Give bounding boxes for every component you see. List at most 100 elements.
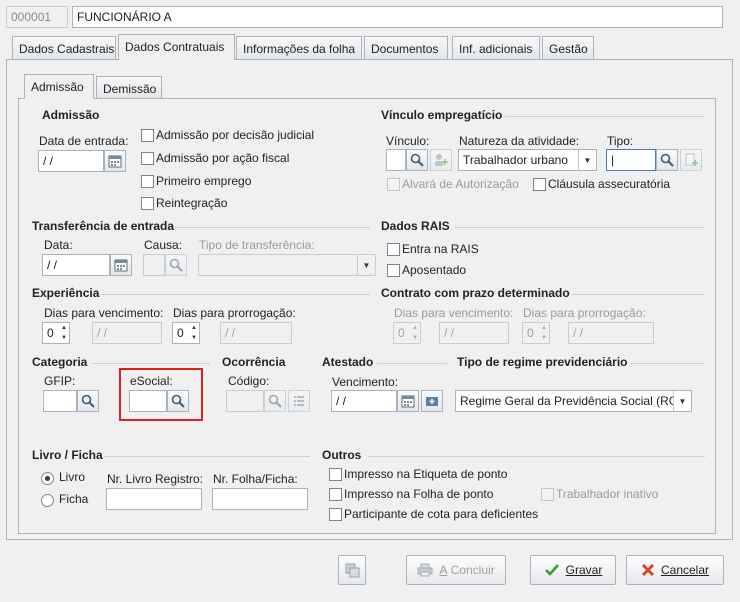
divider — [377, 363, 447, 364]
calendar-button[interactable] — [397, 390, 419, 412]
list-icon — [294, 396, 304, 406]
tab-inf-adicionais[interactable]: Inf. adicionais — [452, 36, 540, 60]
spinner-icon[interactable]: ▲ ▼ — [59, 323, 69, 343]
inativo-checkbox[interactable] — [541, 488, 554, 501]
cancelar-label: Cancelar — [660, 563, 710, 577]
divider — [505, 116, 705, 117]
natureza-label: Natureza da atividade: — [459, 134, 580, 148]
exp-venc-days-input[interactable]: 0 ▲ ▼ — [42, 322, 70, 344]
tipo-transferencia-select: ▼ — [198, 254, 376, 276]
section-experiencia-title: Experiência — [32, 286, 100, 300]
aposentado-label: Aposentado — [402, 263, 467, 277]
esocial-input[interactable] — [129, 390, 167, 412]
add-user-icon — [435, 154, 448, 166]
data-entrada-input[interactable]: / / — [38, 150, 104, 172]
subtab-demissao[interactable]: Demissão — [96, 76, 162, 100]
section-regime-title: Tipo de regime previdenciário — [457, 355, 628, 369]
livro-radio[interactable] — [41, 472, 54, 485]
divider — [104, 456, 310, 457]
causa-input — [143, 254, 165, 276]
clausula-checkbox[interactable] — [533, 178, 546, 191]
atestado-add-button[interactable] — [421, 390, 443, 412]
tipo-add-button[interactable] — [680, 149, 702, 171]
divider — [368, 456, 705, 457]
cancelar-button[interactable]: Cancelar — [626, 555, 724, 585]
natureza-select[interactable]: Trabalhador urbano ▼ — [458, 149, 597, 171]
esocial-search-button[interactable] — [167, 390, 189, 412]
subtab-admissao[interactable]: Admissão — [24, 74, 94, 99]
tipo-input[interactable]: | — [606, 149, 656, 171]
admissao-judicial-checkbox[interactable] — [141, 129, 154, 142]
copy-icon — [345, 563, 360, 578]
employee-name-field[interactable]: FUNCIONÁRIO A — [72, 6, 723, 28]
inativo-label: Trabalhador inativo — [556, 487, 659, 501]
tab-documentos[interactable]: Documentos — [364, 36, 448, 60]
search-icon — [169, 258, 183, 272]
divider — [630, 363, 705, 364]
alvara-checkbox[interactable] — [387, 178, 400, 191]
etiqueta-label: Impresso na Etiqueta de ponto — [344, 467, 508, 481]
contrato-venc-date: / / — [439, 322, 509, 344]
cota-checkbox[interactable] — [329, 508, 342, 521]
tab-dados-cadastrais[interactable]: Dados Cadastrais — [12, 36, 116, 60]
gravar-label: Gravar — [565, 563, 603, 577]
nr-livro-label: Nr. Livro Registro: — [107, 472, 204, 486]
nr-folha-label: Nr. Folha/Ficha: — [213, 472, 298, 486]
admissao-fiscal-checkbox[interactable] — [141, 152, 154, 165]
divider — [455, 227, 705, 228]
calendar-button[interactable] — [104, 150, 126, 172]
chevron-down-icon: ▼ — [357, 255, 375, 275]
reintegracao-label: Reintegração — [156, 196, 228, 210]
chevron-down-icon: ▼ — [673, 391, 691, 411]
transferencia-data-input[interactable]: / / — [42, 254, 110, 276]
causa-search-button[interactable] — [165, 254, 187, 276]
exp-prorr-days-input[interactable]: 0 ▲ ▼ — [172, 322, 200, 344]
tab-gestao[interactable]: Gestão — [542, 36, 594, 60]
ficha-radio-label: Ficha — [59, 492, 89, 506]
etiqueta-checkbox[interactable] — [329, 468, 342, 481]
causa-label: Causa: — [144, 238, 183, 252]
section-atestado-title: Atestado — [322, 355, 374, 369]
copy-button[interactable] — [338, 555, 366, 585]
calendar-icon — [108, 155, 122, 168]
section-livro-title: Livro / Ficha — [32, 448, 103, 462]
radio-selected-dot — [45, 476, 50, 481]
codigo-search-button[interactable] — [264, 390, 286, 412]
divider — [92, 363, 210, 364]
vinculo-search-button[interactable] — [406, 149, 428, 171]
atestado-venc-label: Vencimento: — [332, 375, 399, 389]
esocial-label: eSocial: — [130, 374, 173, 388]
spinner-icon: ▲ ▼ — [412, 325, 418, 341]
tab-dados-contratuais[interactable]: Dados Contratuais — [118, 34, 235, 60]
primeiro-emprego-checkbox[interactable] — [141, 175, 154, 188]
gfip-input[interactable] — [43, 390, 77, 412]
calendar-icon — [401, 395, 415, 408]
spinner-icon[interactable]: ▲ ▼ — [189, 323, 199, 343]
aposentado-checkbox[interactable] — [387, 264, 400, 277]
codigo-list-button[interactable] — [288, 390, 310, 412]
nr-livro-input[interactable] — [106, 488, 202, 510]
regime-select[interactable]: Regime Geral da Previdência Social (RGP … — [455, 390, 692, 412]
search-icon — [268, 394, 282, 408]
admissao-fiscal-label: Admissão por ação fiscal — [156, 151, 290, 165]
gfip-search-button[interactable] — [77, 390, 99, 412]
nr-folha-input[interactable] — [212, 488, 308, 510]
vinculo-add-button[interactable] — [430, 149, 452, 171]
folha-ponto-checkbox[interactable] — [329, 488, 342, 501]
gravar-button[interactable]: Gravar — [530, 555, 616, 585]
entra-rais-checkbox[interactable] — [387, 243, 400, 256]
vinculo-input[interactable] — [386, 149, 406, 171]
ficha-radio[interactable] — [41, 494, 54, 507]
calendar-button[interactable] — [110, 254, 132, 276]
codigo-input — [226, 390, 264, 412]
search-icon — [660, 153, 674, 167]
tab-informacoes-folha[interactable]: Informações da folha — [236, 36, 362, 60]
reintegracao-checkbox[interactable] — [141, 197, 154, 210]
atestado-venc-input[interactable]: / / — [331, 390, 397, 412]
tipo-search-button[interactable] — [656, 149, 678, 171]
search-icon — [81, 394, 95, 408]
concluir-button[interactable]: A Concluir — [406, 555, 506, 585]
exp-venc-date: / / — [92, 322, 162, 344]
divider — [100, 294, 370, 295]
data-entrada-label: Data de entrada: — [39, 134, 129, 148]
